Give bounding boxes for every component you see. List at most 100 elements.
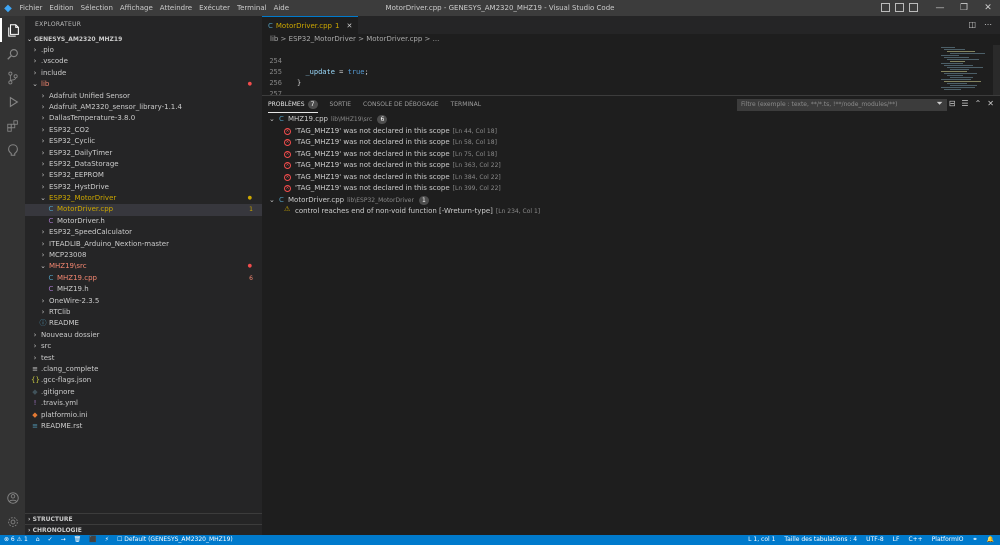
tree-item-esp32-hystdrive[interactable]: › ESP32_HystDrive <box>25 182 262 193</box>
toggle-secondary-sidebar-icon[interactable] <box>909 3 918 12</box>
problem-item[interactable]: × 'TAG_MHZ19' was not declared in this sc… <box>262 160 1000 172</box>
filter-icon[interactable]: ⏷ <box>936 99 942 109</box>
tree-item-motordriver-cpp[interactable]: C MotorDriver.cpp 1 <box>25 204 262 216</box>
tab-problems[interactable]: PROBLÈMES 7 <box>268 96 318 113</box>
tree-item-travis-yml[interactable]: ! .travis.yml <box>25 398 262 409</box>
editor-scrollbar[interactable] <box>993 45 1000 95</box>
menu-selection[interactable]: Sélection <box>77 0 116 16</box>
cursor-position-status[interactable]: L 1, col 1 <box>748 535 775 545</box>
encoding-status[interactable]: UTF-8 <box>866 535 884 545</box>
extensions-icon[interactable] <box>0 114 25 138</box>
toggle-sidebar-icon[interactable] <box>881 3 890 12</box>
build-icon[interactable]: ✓ <box>48 535 53 545</box>
split-editor-icon[interactable]: ◫ <box>968 20 976 29</box>
tree-item-clang-complete[interactable]: ≡ .clang_complete <box>25 364 262 375</box>
workspace-header[interactable]: ⌄ GENESYS_AM2320_MHZ19 <box>25 34 262 45</box>
tree-item-vscode[interactable]: › .vscode <box>25 56 262 67</box>
home-icon[interactable]: ⌂ <box>36 535 40 545</box>
clean-icon[interactable]: 🗑 <box>74 535 82 545</box>
timeline-section[interactable]: › CHRONOLOGIE <box>25 524 262 535</box>
problems-filter-input[interactable]: Filtre (exemple : texte, **/*.ts, !**/no… <box>737 99 947 111</box>
minimap[interactable] <box>937 45 992 95</box>
tree-item-platformio-ini[interactable]: ◆ platformio.ini <box>25 410 262 421</box>
restore-icon[interactable]: ❐ <box>952 0 976 16</box>
close-icon[interactable]: ✕ <box>976 0 1000 16</box>
problem-item[interactable]: × 'TAG_MHZ19' was not declared in this sc… <box>262 183 1000 195</box>
tree-item-adafruit-unified-sensor[interactable]: › Adafruit Unified Sensor <box>25 91 262 102</box>
tree-item-readme[interactable]: ⓘ README <box>25 318 262 329</box>
tree-item-esp32-co2[interactable]: › ESP32_CO2 <box>25 125 262 136</box>
close-panel-icon[interactable]: ✕ <box>987 99 994 109</box>
tree-item-esp32-eeprom[interactable]: › ESP32_EEPROM <box>25 170 262 181</box>
toggle-panel-icon[interactable] <box>895 3 904 12</box>
language-mode-status[interactable]: C++ <box>908 535 922 545</box>
problem-item[interactable]: ⚠ control reaches end of non-void functio… <box>262 206 1000 218</box>
tree-item-gitignore[interactable]: ◆ .gitignore <box>25 387 262 398</box>
more-actions-icon[interactable]: ⋯ <box>984 20 992 29</box>
tab-debug-console[interactable]: CONSOLE DE DÉBOGAGE <box>363 96 439 113</box>
tree-item-mhz19-src[interactable]: ⌄ MHZ19\src ● <box>25 261 262 272</box>
platformio-status[interactable]: PlatformIO <box>932 535 964 545</box>
close-tab-icon[interactable]: ✕ <box>346 22 352 30</box>
tree-item-rtclib[interactable]: › RTClib <box>25 307 262 318</box>
tree-item-iteadlib-arduino-nextion-master[interactable]: › ITEADLIB_Arduino_Nextion-master <box>25 239 262 250</box>
tree-item-onewire-2-3-5[interactable]: › OneWire-2.3.5 <box>25 296 262 307</box>
tree-item-pio[interactable]: › .pio <box>25 45 262 56</box>
upload-icon[interactable]: → <box>61 535 66 545</box>
tree-item-lib[interactable]: ⌄ lib ● <box>25 79 262 90</box>
eol-status[interactable]: LF <box>893 535 900 545</box>
menu-fichier[interactable]: Fichier <box>16 0 46 16</box>
tab-motordriver-cpp[interactable]: C MotorDriver.cpp 1 ✕ <box>262 16 359 34</box>
indentation-status[interactable]: Taille des tabulations : 4 <box>784 535 857 545</box>
account-icon[interactable] <box>0 486 25 510</box>
tree-item-readme-rst[interactable]: ≡ README.rst <box>25 421 262 432</box>
serial-monitor-icon[interactable]: ⬛ <box>89 535 96 545</box>
menu-atteindre[interactable]: Atteindre <box>156 0 195 16</box>
tree-item-dallastemperature-3-8-0[interactable]: › DallasTemperature-3.8.0 <box>25 113 262 124</box>
tree-item-nouveau-dossier[interactable]: › Nouveau dossier <box>25 330 262 341</box>
collapse-all-icon[interactable]: ⊟ <box>949 99 956 109</box>
minimize-icon[interactable]: — <box>928 0 952 16</box>
tree-item-test[interactable]: › test <box>25 353 262 364</box>
menu-aide[interactable]: Aide <box>270 0 292 16</box>
problem-group-motordriver-cpp[interactable]: ⌄ C MotorDriver.cpp lib\ESP32_MotorDriver 1 <box>262 195 1000 207</box>
tree-item-mhz19-cpp[interactable]: C MHZ19.cpp 6 <box>25 273 262 284</box>
menu-affichage[interactable]: Affichage <box>116 0 156 16</box>
notifications-bell-icon[interactable]: 🔔 <box>987 535 994 545</box>
project-env-status[interactable]: ☐ Default (GENESYS_AM2320_MHZ19) <box>117 535 233 545</box>
problem-item[interactable]: × 'TAG_MHZ19' was not declared in this sc… <box>262 172 1000 184</box>
tree-item-mcp23008[interactable]: › MCP23008 <box>25 250 262 261</box>
outline-section[interactable]: › STRUCTURE <box>25 513 262 524</box>
menu-executer[interactable]: Exécuter <box>196 0 234 16</box>
settings-gear-icon[interactable] <box>0 510 25 534</box>
platformio-icon[interactable] <box>0 138 25 162</box>
tree-item-adafruit-am2320-sensor-library-1-1-4[interactable]: › Adafruit_AM2320_sensor_library-1.1.4 <box>25 102 262 113</box>
run-debug-icon[interactable] <box>0 90 25 114</box>
tree-item-mhz19-h[interactable]: C MHZ19.h <box>25 284 262 295</box>
tree-item-include[interactable]: › include <box>25 68 262 79</box>
search-icon[interactable] <box>0 42 25 66</box>
maximize-panel-icon[interactable]: ⌃ <box>975 99 982 109</box>
problems-status[interactable]: ⊗ 6 ⚠ 1 <box>4 535 28 545</box>
tree-item-motordriver-h[interactable]: C MotorDriver.h <box>25 216 262 227</box>
view-as-table-icon[interactable]: ☰ <box>961 99 968 109</box>
tab-output[interactable]: SORTIE <box>330 96 352 113</box>
terminal-icon[interactable]: ⚡ <box>105 535 109 545</box>
problem-item[interactable]: × 'TAG_MHZ19' was not declared in this sc… <box>262 126 1000 138</box>
tree-item-esp32-cyclic[interactable]: › ESP32_Cyclic <box>25 136 262 147</box>
explorer-icon[interactable] <box>0 18 25 42</box>
feedback-icon[interactable]: ⚭ <box>972 535 977 545</box>
tree-item-src[interactable]: › src <box>25 341 262 352</box>
tree-item-esp32-speedcalculator[interactable]: › ESP32_SpeedCalculator <box>25 227 262 238</box>
menu-edition[interactable]: Edition <box>46 0 77 16</box>
menu-terminal[interactable]: Terminal <box>233 0 270 16</box>
source-control-icon[interactable] <box>0 66 25 90</box>
problem-group-mhz19-cpp[interactable]: ⌄ C MHZ19.cpp lib\MHZ19\src 6 <box>262 114 1000 126</box>
problem-item[interactable]: × 'TAG_MHZ19' was not declared in this sc… <box>262 137 1000 149</box>
tree-item-esp32-datastorage[interactable]: › ESP32_DataStorage <box>25 159 262 170</box>
tree-item-gcc-flags-json[interactable]: {} .gcc-flags.json <box>25 375 262 386</box>
tree-item-esp32-motordriver[interactable]: ⌄ ESP32_MotorDriver ● <box>25 193 262 204</box>
code-view[interactable]: 254 _update = true; 255 } 256 257 void M… <box>262 45 1000 95</box>
tab-terminal[interactable]: TERMINAL <box>451 96 482 113</box>
tree-item-esp32-dailytimer[interactable]: › ESP32_DailyTimer <box>25 148 262 159</box>
